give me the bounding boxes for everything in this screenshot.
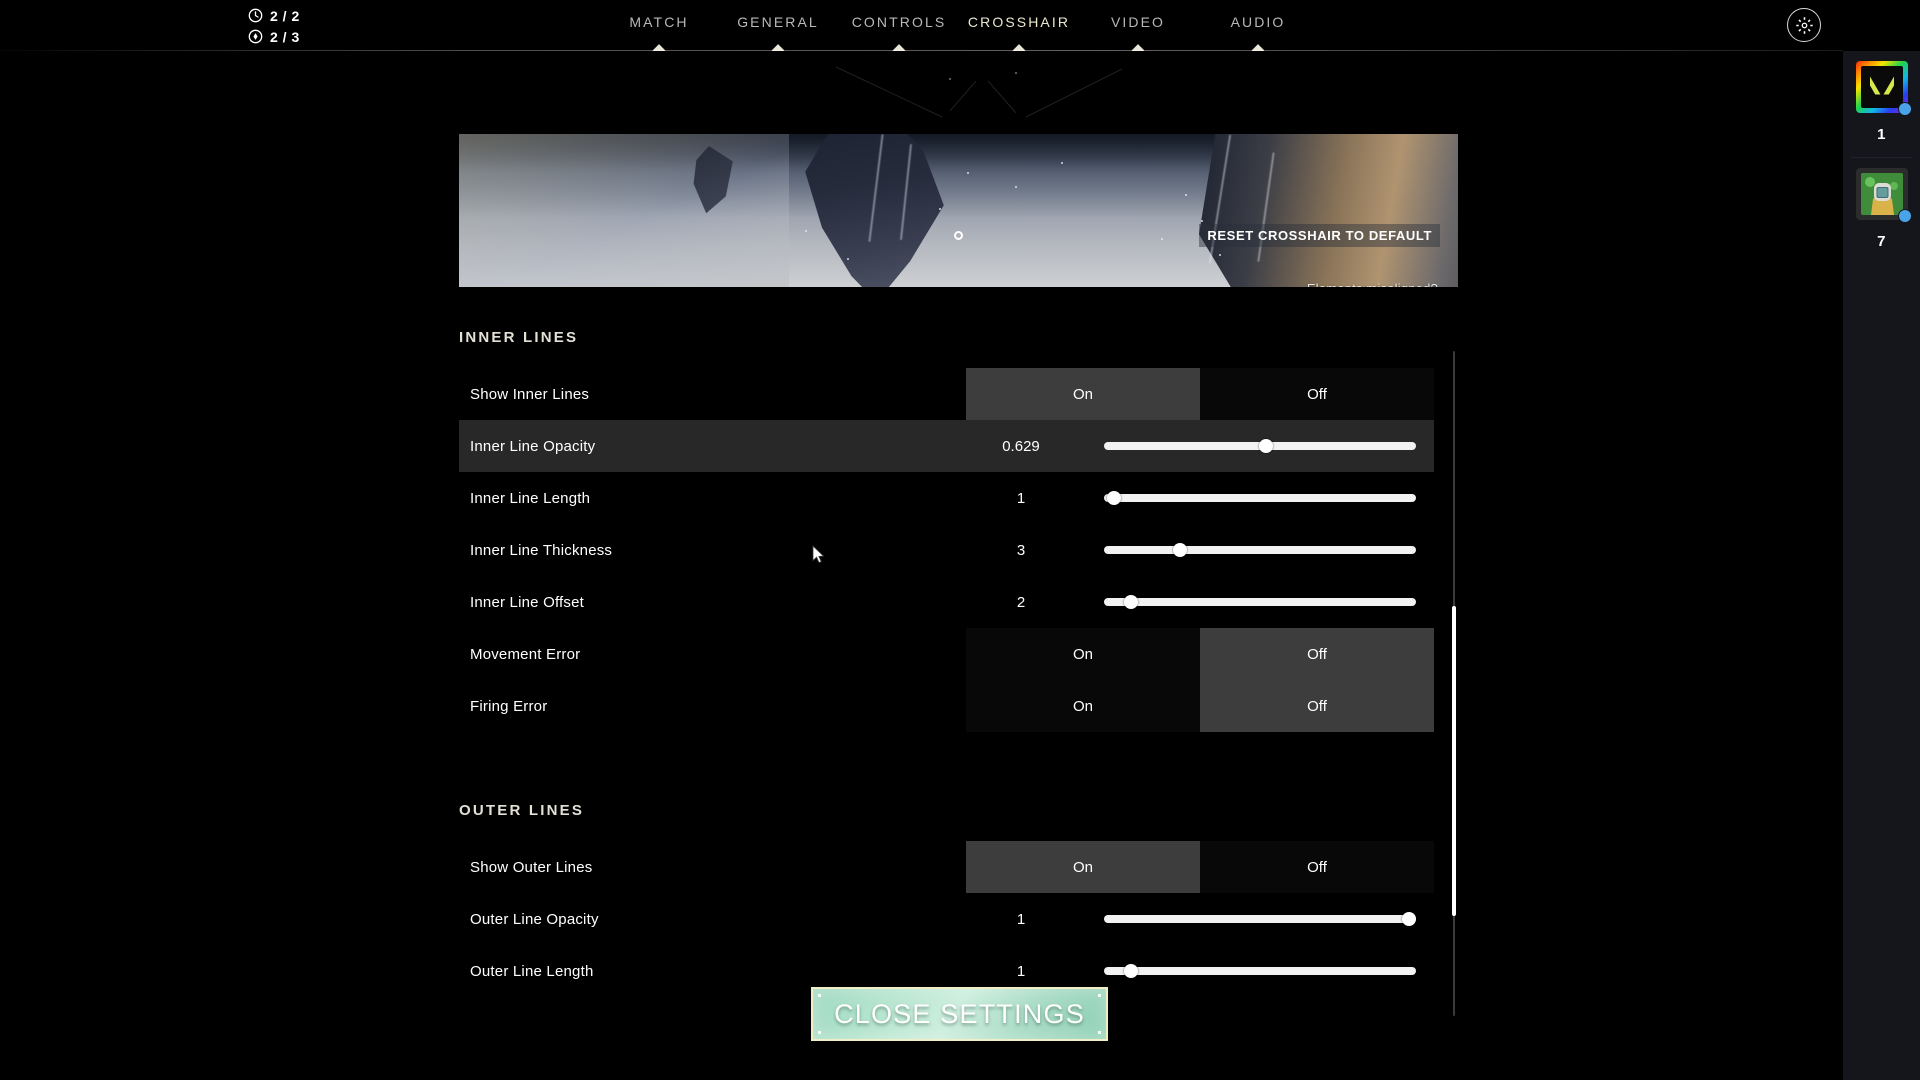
gear-icon[interactable] (1787, 8, 1821, 42)
tab-video[interactable]: VIDEO (1111, 14, 1165, 30)
slider-thumb[interactable] (1173, 543, 1187, 557)
section-title-outer-lines: OUTER LINES (0, 732, 1458, 841)
crosshair-preview: RESET CROSSHAIR TO DEFAULT Elements misa… (459, 134, 1458, 287)
reset-crosshair-button[interactable]: RESET CROSSHAIR TO DEFAULT (1199, 224, 1440, 247)
toggle-movement-error: On Off (966, 628, 1434, 680)
setting-value: 1 (966, 963, 1076, 980)
slider-thumb[interactable] (1259, 439, 1273, 453)
slider-track (1104, 967, 1416, 975)
sidebar-entry-agent: 7 (1843, 158, 1920, 264)
slider-inner-line-offset[interactable] (1104, 592, 1416, 612)
sidebar-count-agent: 7 (1843, 220, 1920, 264)
setting-label: Inner Line Opacity (470, 438, 595, 455)
setting-value: 1 (966, 911, 1076, 928)
online-dot-icon (1898, 209, 1912, 223)
slider-outer-line-opacity[interactable] (1104, 909, 1416, 929)
online-dot-icon (1898, 102, 1912, 116)
toggle-firing-error: On Off (966, 680, 1434, 732)
setting-value: 0.629 (966, 438, 1076, 455)
slider-track (1104, 915, 1416, 923)
setting-label: Show Outer Lines (470, 859, 592, 876)
settings-screen: 2 / 2 2 / 3 MATCH GENERAL CONTROLS CROSS… (0, 0, 1920, 1080)
top-bar: 2 / 2 2 / 3 MATCH GENERAL CONTROLS CROSS… (0, 0, 1843, 50)
toggle-option-on[interactable]: On (966, 368, 1200, 420)
mouse-cursor (812, 545, 826, 565)
setting-label: Outer Line Length (470, 963, 594, 980)
tab-audio[interactable]: AUDIO (1231, 14, 1286, 30)
slider-outer-line-length[interactable] (1104, 961, 1416, 981)
setting-value: 1 (966, 490, 1076, 507)
setting-value: 2 (966, 594, 1076, 611)
scrollbar-thumb[interactable] (1452, 606, 1456, 916)
toggle-show-outer-lines: On Off (966, 841, 1434, 893)
slider-track (1104, 546, 1416, 554)
setting-row-inner-line-opacity: Inner Line Opacity 0.629 (0, 420, 1458, 472)
settings-tabs: MATCH GENERAL CONTROLS CROSSHAIR VIDEO A… (0, 0, 1843, 50)
setting-row-inner-line-offset: Inner Line Offset 2 (0, 576, 1458, 628)
slider-thumb[interactable] (1124, 964, 1138, 978)
crosshair-dot-icon (954, 231, 963, 240)
setting-row-movement-error: Movement Error On Off (0, 628, 1458, 680)
slider-inner-line-length[interactable] (1104, 488, 1416, 508)
setting-row-inner-line-length: Inner Line Length 1 (0, 472, 1458, 524)
slider-track (1104, 598, 1416, 606)
setting-row-outer-line-length: Outer Line Length 1 (0, 945, 1458, 997)
toggle-option-on[interactable]: On (966, 628, 1200, 680)
slider-track (1104, 494, 1416, 502)
preview-cliff (1199, 134, 1458, 287)
button-corner-tr (1098, 994, 1101, 997)
tab-match[interactable]: MATCH (629, 14, 688, 30)
setting-row-show-inner-lines: Show Inner Lines On Off (0, 368, 1458, 420)
button-corner-tl (818, 994, 821, 997)
setting-label: Movement Error (470, 646, 580, 663)
slider-inner-line-opacity[interactable] (1104, 436, 1416, 456)
setting-label: Inner Line Offset (470, 594, 584, 611)
tab-controls[interactable]: CONTROLS (852, 14, 947, 30)
settings-scrollbar[interactable] (1452, 351, 1456, 1016)
toggle-show-inner-lines: On Off (966, 368, 1434, 420)
elements-misaligned-link[interactable]: Elements misaligned? (1307, 281, 1438, 287)
toggle-option-on[interactable]: On (966, 680, 1200, 732)
toggle-option-off[interactable]: Off (1200, 628, 1434, 680)
slider-thumb[interactable] (1107, 491, 1121, 505)
button-corner-br (1098, 1031, 1101, 1034)
sidebar-count-valorant: 1 (1843, 113, 1920, 157)
setting-label: Inner Line Thickness (470, 542, 612, 559)
close-settings-button[interactable]: CLOSE SETTINGS (811, 987, 1108, 1041)
valorant-icon-inner (1861, 66, 1903, 108)
slider-thumb[interactable] (1402, 912, 1416, 926)
setting-label: Show Inner Lines (470, 386, 589, 403)
setting-row-outer-line-opacity: Outer Line Opacity 1 (0, 893, 1458, 945)
background-art-lines (830, 51, 1130, 126)
setting-row-firing-error: Firing Error On Off (0, 680, 1458, 732)
setting-value: 3 (966, 542, 1076, 559)
toggle-option-on[interactable]: On (966, 841, 1200, 893)
section-title-inner-lines: INNER LINES (0, 311, 1458, 368)
setting-label: Inner Line Length (470, 490, 590, 507)
party-sidebar: 1 7 (1843, 51, 1920, 1080)
settings-content: RESET CROSSHAIR TO DEFAULT Elements misa… (0, 51, 1843, 1080)
setting-label: Firing Error (470, 698, 547, 715)
toggle-option-off[interactable]: Off (1200, 841, 1434, 893)
tab-general[interactable]: GENERAL (737, 14, 819, 30)
slider-inner-line-thickness[interactable] (1104, 540, 1416, 560)
sidebar-entry-valorant: 1 (1843, 51, 1920, 157)
setting-row-inner-line-thickness: Inner Line Thickness 3 (0, 524, 1458, 576)
toggle-option-off[interactable]: Off (1200, 680, 1434, 732)
settings-list: INNER LINES Show Inner Lines On Off Inne… (0, 311, 1458, 1023)
agent-avatar-icon[interactable] (1856, 168, 1908, 220)
valorant-app-icon[interactable] (1856, 61, 1908, 113)
preview-haze (459, 134, 789, 287)
setting-label: Outer Line Opacity (470, 911, 599, 928)
tab-crosshair[interactable]: CROSSHAIR (968, 14, 1070, 30)
setting-row-show-outer-lines: Show Outer Lines On Off (0, 841, 1458, 893)
agent-icon-inner (1861, 173, 1903, 215)
slider-thumb[interactable] (1124, 595, 1138, 609)
close-settings-label: CLOSE SETTINGS (834, 999, 1085, 1030)
toggle-option-off[interactable]: Off (1200, 368, 1434, 420)
button-corner-bl (818, 1031, 821, 1034)
